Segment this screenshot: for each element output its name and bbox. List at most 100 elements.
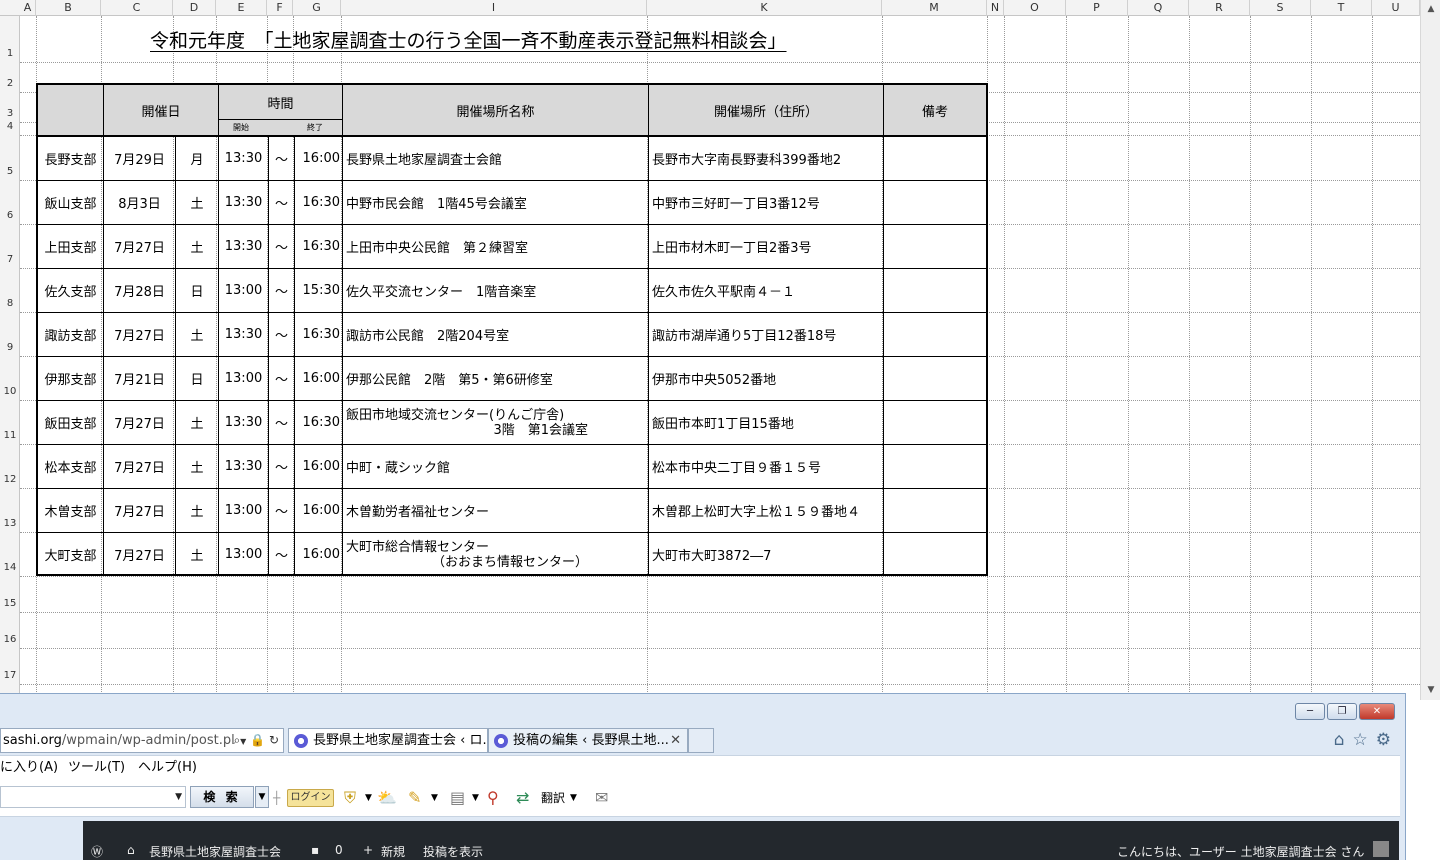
cell-venue[interactable]: 伊那公民館 2階 第5・第6研修室 — [343, 357, 649, 400]
cell-notes[interactable] — [884, 313, 986, 356]
wordpress-logo-icon[interactable]: Ⓦ — [91, 843, 103, 860]
cell-branch[interactable]: 飯山支部 — [38, 181, 104, 224]
column-header-m[interactable]: M — [882, 0, 987, 16]
chevron-down-icon[interactable]: ▼ — [570, 788, 577, 808]
cell-end[interactable]: 16:30 — [295, 313, 343, 356]
cell-dow[interactable]: 土 — [176, 489, 219, 532]
cell-venue[interactable]: 木曽勤労者福祉センター — [343, 489, 649, 532]
close-tab-icon[interactable]: ✕ — [670, 729, 681, 752]
chevron-down-icon[interactable]: ▼ — [240, 737, 246, 746]
cell-address[interactable]: 大町市大町3872―7 — [649, 533, 884, 576]
cell-branch[interactable]: 諏訪支部 — [38, 313, 104, 356]
cell-notes[interactable] — [884, 181, 986, 224]
page-tools-icon[interactable]: ▤ — [450, 788, 465, 808]
mail-icon[interactable]: ✉ — [595, 788, 608, 808]
translate-icon[interactable]: ⇄ — [516, 788, 529, 808]
cell-address[interactable]: 諏訪市湖岸通り5丁目12番18号 — [649, 313, 884, 356]
header-venue-name[interactable]: 開催場所名称 — [343, 85, 649, 135]
cell-sep[interactable]: ～ — [269, 269, 295, 312]
column-header-k[interactable]: K — [647, 0, 882, 16]
wpbar-site-name[interactable]: 長野県土地家屋調査士会 — [149, 843, 281, 860]
column-header-n[interactable]: N — [987, 0, 1004, 16]
header-notes[interactable]: 備考 — [884, 85, 986, 135]
cell-dow[interactable]: 日 — [176, 357, 219, 400]
row-header-3[interactable]: 3 — [0, 108, 20, 119]
column-header-f[interactable]: F — [267, 0, 293, 16]
tab-site-login[interactable]: 長野県土地家屋調査士会 ‹ ロ... — [288, 728, 488, 753]
cell-address[interactable]: 木曽郡上松町大字上松１５９番地４ — [649, 489, 884, 532]
scroll-up-arrow-icon[interactable]: ▲ — [1424, 2, 1438, 16]
restore-button[interactable]: ❐ — [1327, 703, 1357, 720]
wpbar-greeting[interactable]: こんにちは、ユーザー 土地家屋調査士会 さん — [1117, 843, 1364, 860]
cell-venue[interactable]: 佐久平交流センター 1階音楽室 — [343, 269, 649, 312]
address-bar[interactable]: sashi.org/wpmain/wp-admin/post.pl ⌕▼ 🔒 ↻ — [0, 728, 284, 753]
row-header-9[interactable]: 9 — [0, 342, 20, 353]
wpbar-new[interactable]: 新規 — [381, 843, 405, 860]
chevron-down-icon[interactable]: ▼ — [472, 788, 479, 808]
column-header-u[interactable]: U — [1372, 0, 1420, 16]
cell-end[interactable]: 16:30 — [295, 181, 343, 224]
column-header-q[interactable]: Q — [1128, 0, 1189, 16]
column-header-s[interactable]: S — [1250, 0, 1311, 16]
search-button[interactable]: 検 索 — [190, 786, 254, 808]
cell-date[interactable]: 7月27日 — [104, 445, 176, 488]
cell-venue[interactable]: 中町・蔵シック館 — [343, 445, 649, 488]
row-header-1[interactable]: 1 — [0, 48, 20, 59]
refresh-icon[interactable]: ↻ — [269, 733, 279, 747]
column-header-i[interactable]: I — [341, 0, 647, 16]
cell-notes[interactable] — [884, 401, 986, 444]
cell-date[interactable]: 7月27日 — [104, 489, 176, 532]
cell-address[interactable]: 長野市大字南長野妻科399番地2 — [649, 137, 884, 180]
cell-end[interactable]: 16:00 — [295, 533, 343, 576]
cell-start[interactable]: 13:30 — [219, 401, 269, 444]
cell-venue[interactable]: 大町市総合情報センター （おおまち情報センター） — [343, 533, 649, 576]
column-header-t[interactable]: T — [1311, 0, 1372, 16]
chevron-down-icon[interactable]: ▼ — [365, 788, 372, 808]
cell-end[interactable]: 16:30 — [295, 401, 343, 444]
cell-start[interactable]: 13:00 — [219, 533, 269, 576]
row-header-7[interactable]: 7 — [0, 254, 20, 265]
cell-date[interactable]: 7月27日 — [104, 401, 176, 444]
row-header-10[interactable]: 10 — [0, 386, 20, 397]
menu-help[interactable]: ヘルプ(H) — [138, 756, 197, 780]
row-header-11[interactable]: 11 — [0, 430, 20, 441]
cell-start[interactable]: 13:30 — [219, 137, 269, 180]
cell-notes[interactable] — [884, 445, 986, 488]
cell-end[interactable]: 16:00 — [295, 489, 343, 532]
cell-sep[interactable]: ～ — [269, 445, 295, 488]
cell-end[interactable]: 16:00 — [295, 445, 343, 488]
cell-dow[interactable]: 日 — [176, 269, 219, 312]
cell-address[interactable]: 中野市三好町一丁目3番12号 — [649, 181, 884, 224]
row-header-12[interactable]: 12 — [0, 474, 20, 485]
cell-venue[interactable]: 中野市民会館 1階45号会議室 — [343, 181, 649, 224]
cell-sep[interactable]: ～ — [269, 357, 295, 400]
cell-date[interactable]: 7月27日 — [104, 313, 176, 356]
cell-venue[interactable]: 上田市中央公民館 第２練習室 — [343, 225, 649, 268]
cell-start[interactable]: 13:00 — [219, 269, 269, 312]
cell-venue[interactable]: 長野県土地家屋調査士会館 — [343, 137, 649, 180]
login-button[interactable]: ログイン — [287, 789, 334, 807]
cell-branch[interactable]: 松本支部 — [38, 445, 104, 488]
header-date[interactable]: 開催日 — [104, 85, 219, 135]
cell-venue[interactable]: 飯田市地域交流センター(りんご庁舎) 3階 第1会議室 — [343, 401, 649, 444]
cell-end[interactable]: 16:30 — [295, 225, 343, 268]
plus-icon[interactable]: + — [363, 843, 373, 857]
cell-branch[interactable]: 上田支部 — [38, 225, 104, 268]
search-options-dropdown[interactable]: ▼ — [255, 786, 269, 808]
column-header-c[interactable]: C — [101, 0, 173, 16]
column-header-b[interactable]: B — [36, 0, 101, 16]
vertical-scrollbar[interactable]: ▲ ▼ — [1420, 0, 1440, 700]
column-header-p[interactable]: P — [1066, 0, 1128, 16]
row-header-6[interactable]: 6 — [0, 210, 20, 221]
cell-sep[interactable]: ～ — [269, 225, 295, 268]
column-header-o[interactable]: O — [1004, 0, 1066, 16]
cell-sep[interactable]: ～ — [269, 137, 295, 180]
highlighter-icon[interactable]: ✎ — [408, 788, 421, 808]
cell-address[interactable]: 伊那市中央5052番地 — [649, 357, 884, 400]
cell-address[interactable]: 上田市材木町一丁目2番3号 — [649, 225, 884, 268]
gear-icon[interactable]: ⚙ — [1376, 730, 1391, 750]
lock-icon[interactable]: 🔒 — [250, 733, 265, 747]
avatar[interactable] — [1373, 841, 1389, 857]
column-header-g[interactable]: G — [293, 0, 341, 16]
cell-date[interactable]: 7月29日 — [104, 137, 176, 180]
